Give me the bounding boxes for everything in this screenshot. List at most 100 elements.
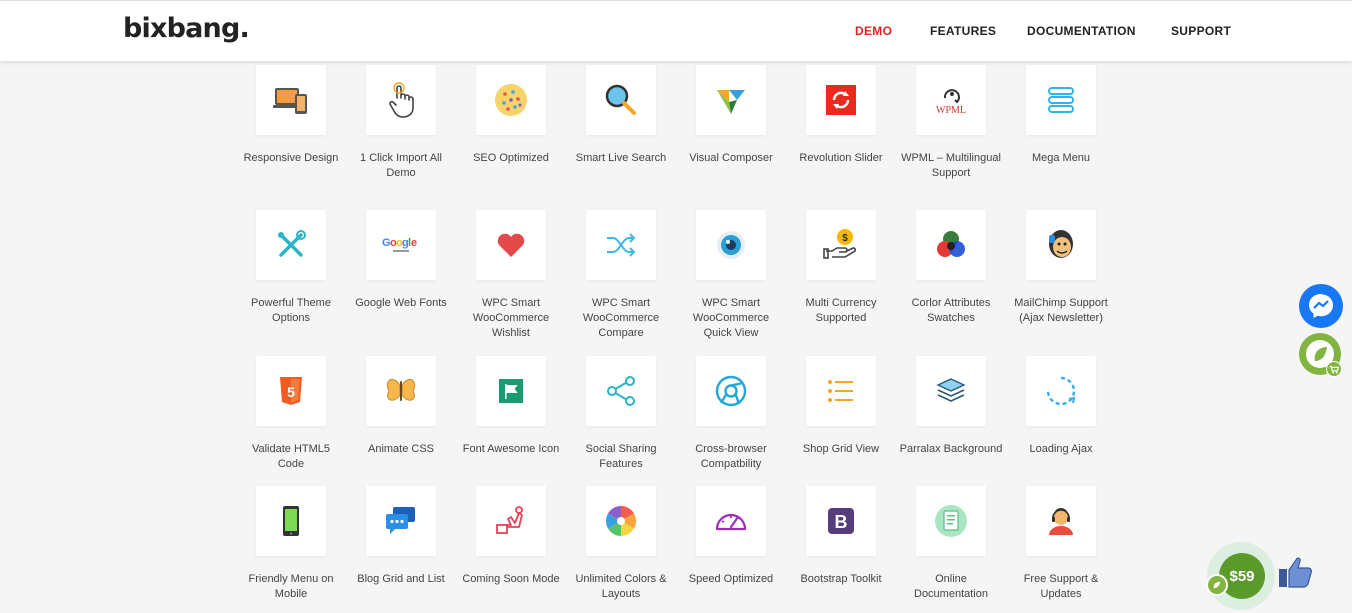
feature-item: Social Sharing Features xyxy=(566,356,676,472)
document-icon xyxy=(935,505,967,537)
feature-icon-box xyxy=(476,65,546,135)
feature-label: Multi Currency Supported xyxy=(805,297,877,324)
feature-label: Online Documentation xyxy=(914,573,988,600)
feature-label: Smart Live Search xyxy=(575,152,667,164)
feature-item: Free Support & Updates xyxy=(1006,486,1116,602)
feature-label: Speed Optimized xyxy=(688,573,774,585)
google-fonts-icon: G o o g l e xyxy=(382,237,417,252)
feature-item: 5 Validate HTML5 Code xyxy=(236,356,346,472)
messenger-button[interactable] xyxy=(1299,284,1343,328)
feature-item: Shop Grid View xyxy=(786,356,896,457)
mega-menu-icon xyxy=(1048,87,1074,113)
feature-item: Responsive Design xyxy=(236,65,346,166)
visual-composer-icon xyxy=(717,90,745,114)
mobile-icon xyxy=(283,506,299,536)
feature-item: Animate CSS xyxy=(346,356,456,457)
feature-item: SEO Optimized xyxy=(456,65,566,166)
feature-icon-box xyxy=(916,486,986,556)
feature-label: Corlor Attributes Swatches xyxy=(911,297,991,324)
feature-icon-box xyxy=(916,356,986,426)
feature-icon-box xyxy=(586,486,656,556)
feature-icon-box xyxy=(366,356,436,426)
feature-icon-box xyxy=(806,356,876,426)
svg-text:B: B xyxy=(835,512,848,532)
feature-label: Parralax Background xyxy=(899,443,1003,455)
feature-icon-box xyxy=(256,486,326,556)
feature-label: Bootstrap Toolkit xyxy=(800,573,882,585)
feature-item: Speed Optimized xyxy=(676,486,786,587)
feature-label: Friendly Menu on Mobile xyxy=(248,573,334,600)
html5-icon: 5 xyxy=(280,377,302,405)
chat-icon xyxy=(386,507,415,534)
bootstrap-icon: B xyxy=(828,508,854,534)
feature-icon-box: B xyxy=(806,486,876,556)
feature-icon-box xyxy=(476,210,546,280)
envato-leaf-icon xyxy=(1213,581,1221,589)
nav-documentation[interactable]: DOCUMENTATION xyxy=(1027,24,1136,38)
feature-item: WPC Smart WooCommerce Wishlist xyxy=(456,210,566,341)
feature-icon-box xyxy=(366,486,436,556)
feature-item: WPC Smart WooCommerce Compare xyxy=(566,210,676,341)
revolution-slider-icon xyxy=(826,85,856,115)
coming-soon-icon xyxy=(496,506,523,534)
feature-icon-box xyxy=(806,65,876,135)
flag-icon xyxy=(499,379,523,403)
feature-label: 1 Click Import All Demo xyxy=(360,152,442,179)
mailchimp-icon xyxy=(1049,230,1073,258)
eye-icon xyxy=(717,231,745,259)
feature-icon-box: WPML xyxy=(916,65,986,135)
feature-label: Visual Composer xyxy=(689,152,773,164)
feature-item: WPC Smart WooCommerce Quick View xyxy=(676,210,786,341)
layers-icon xyxy=(936,378,966,402)
feature-icon-box xyxy=(1026,65,1096,135)
feature-icon-box: G o o g l e xyxy=(366,210,436,280)
feature-icon-box xyxy=(366,65,436,135)
svg-text:5: 5 xyxy=(287,384,295,400)
feature-icon-box: 5 xyxy=(256,356,326,426)
feature-label: Coming Soon Mode xyxy=(462,573,560,585)
messenger-icon xyxy=(1309,294,1333,318)
feature-item: Coming Soon Mode xyxy=(456,486,566,587)
feature-item: Unlimited Colors & Layouts xyxy=(566,486,676,602)
envato-mini-badge xyxy=(1206,574,1228,596)
feature-item: G o o g l e Google Web Fonts xyxy=(346,210,456,311)
feature-icon-box xyxy=(256,65,326,135)
feature-icon-box xyxy=(586,65,656,135)
support-agent-icon xyxy=(1049,508,1073,535)
color-swatches-icon xyxy=(937,231,965,257)
feature-item: Cross-browser Compatbility xyxy=(676,356,786,472)
svg-text:e: e xyxy=(411,237,417,249)
loading-icon xyxy=(1046,376,1076,406)
feature-label: Responsive Design xyxy=(243,152,339,164)
like-button[interactable] xyxy=(1276,552,1316,590)
feature-item: Revolution Slider xyxy=(786,65,896,166)
feature-item: WPML WPML – Multilingual Support xyxy=(896,65,1006,181)
feature-item: Online Documentation xyxy=(896,486,1006,602)
nav-support[interactable]: SUPPORT xyxy=(1171,24,1231,38)
cart-badge[interactable] xyxy=(1326,361,1342,377)
color-wheel-icon xyxy=(605,506,637,536)
feature-item: Powerful Theme Options xyxy=(236,210,346,326)
share-icon xyxy=(607,376,635,406)
feature-label: Powerful Theme Options xyxy=(251,297,331,324)
magnifier-icon xyxy=(605,84,636,115)
feature-label: MailChimp Support (Ajax Newsletter) xyxy=(1014,297,1108,324)
site-logo[interactable]: bixbang. xyxy=(123,13,250,44)
feature-item: Smart Live Search xyxy=(566,65,676,166)
feature-label: Validate HTML5 Code xyxy=(251,443,331,470)
feature-label: Unlimited Colors & Layouts xyxy=(575,573,667,600)
feature-item: MailChimp Support (Ajax Newsletter) xyxy=(1006,210,1116,326)
currency-icon: $ xyxy=(823,229,857,259)
feature-label: Free Support & Updates xyxy=(1023,573,1099,600)
nav-demo[interactable]: DEMO xyxy=(855,24,892,38)
heart-icon xyxy=(497,233,525,257)
feature-label: Font Awesome Icon xyxy=(462,443,560,455)
nav-features[interactable]: FEATURES xyxy=(930,24,996,38)
feature-label: WPC Smart WooCommerce Compare xyxy=(582,297,660,339)
feature-label: WPC Smart WooCommerce Quick View xyxy=(692,297,770,339)
wpml-icon: WPML xyxy=(936,89,966,116)
feature-label: Google Web Fonts xyxy=(355,297,447,309)
feature-item: Blog Grid and List xyxy=(346,486,456,587)
feature-item: Parralax Background xyxy=(896,356,1006,457)
svg-text:WPML: WPML xyxy=(936,105,966,116)
